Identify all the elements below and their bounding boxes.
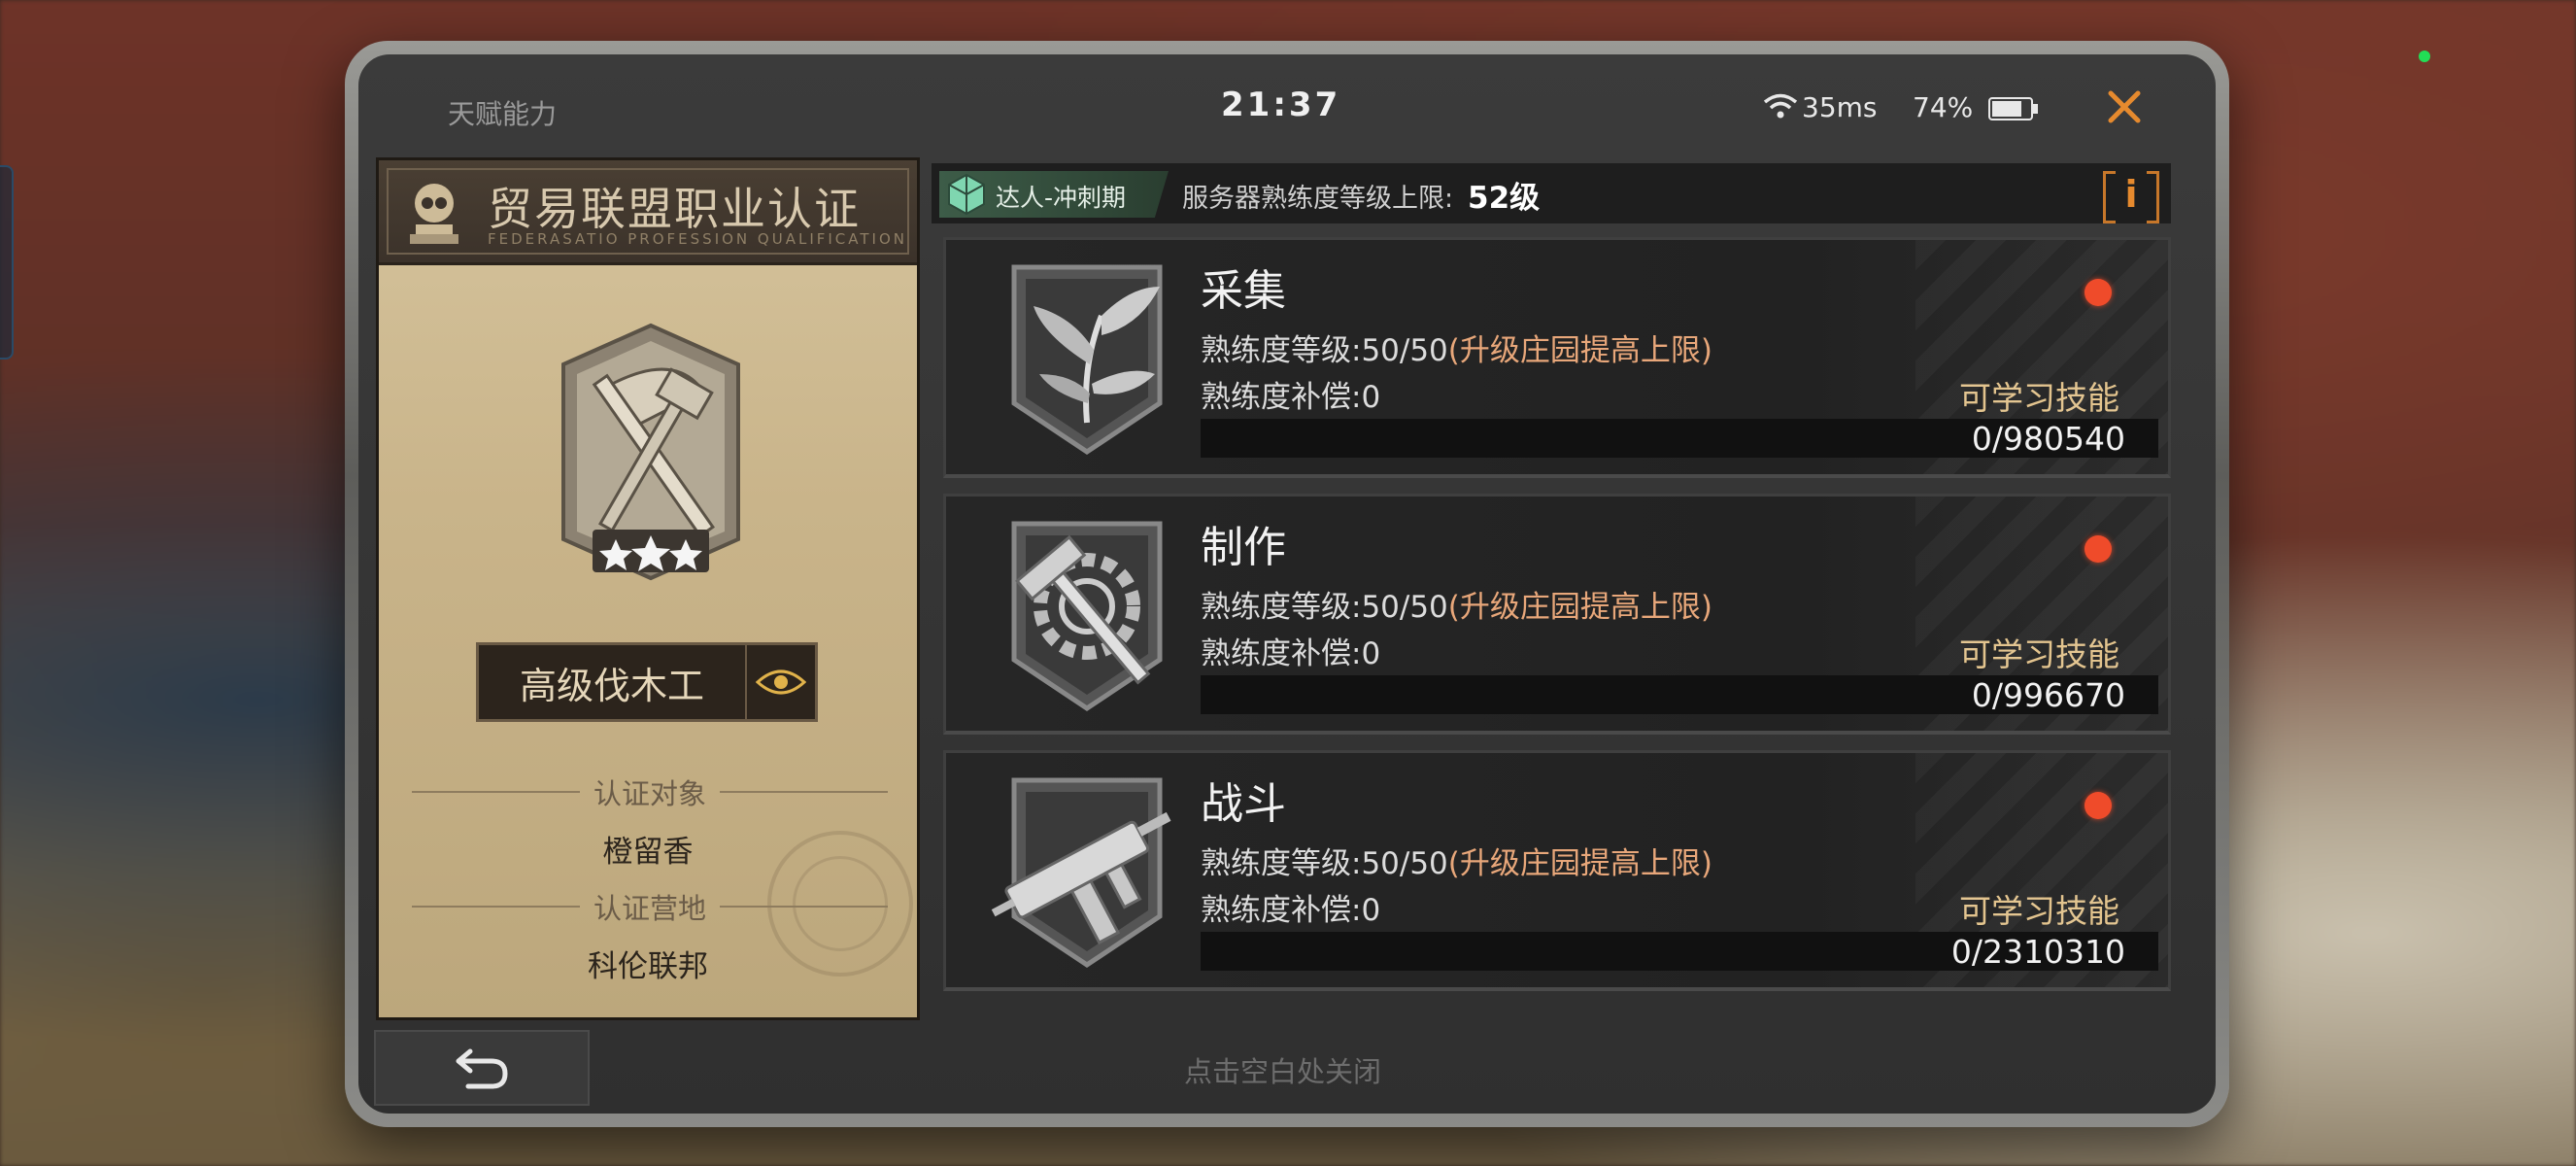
skill-level-hint: (升级庄园提高上限) bbox=[1447, 846, 1712, 881]
back-button[interactable] bbox=[374, 1030, 590, 1106]
camp-label: 认证营地 bbox=[593, 892, 707, 925]
server-level-value: 52级 bbox=[1468, 181, 1541, 216]
status-bar: 天赋能力 21:37 35ms 74% bbox=[358, 54, 2216, 152]
skill-level: 熟练度等级:50/50(升级庄园提高上限) bbox=[1201, 582, 1712, 626]
skill-level-hint: (升级庄园提高上限) bbox=[1447, 590, 1712, 625]
edge-tab[interactable] bbox=[0, 165, 14, 360]
skill-level: 熟练度等级:50/50(升级庄园提高上限) bbox=[1201, 839, 1712, 882]
battery-percent: 74% bbox=[1913, 91, 1974, 123]
skill-compensation: 熟练度补偿:0 bbox=[1201, 893, 1381, 928]
mascot-emblem-icon bbox=[410, 184, 458, 244]
skill-card-combat[interactable]: 战斗 熟练度等级:50/50(升级庄园提高上限) 熟练度补偿:0 可学习技能 0… bbox=[943, 750, 2171, 991]
camp-value: 科伦联邦 bbox=[588, 949, 708, 984]
wifi-icon bbox=[1763, 93, 1798, 119]
clock: 21:37 bbox=[1221, 86, 1341, 124]
skill-name: 制作 bbox=[1201, 523, 1286, 572]
smg-icon bbox=[991, 777, 1171, 969]
skill-name: 战斗 bbox=[1201, 779, 1286, 829]
skill-card-crafting[interactable]: 制作 熟练度等级:50/50(升级庄园提高上限) 熟练度补偿:0 可学习技能 0… bbox=[943, 494, 2171, 735]
skill-progress-bar: 0/2310310 bbox=[1201, 932, 2158, 971]
battery-icon bbox=[1988, 97, 2038, 120]
device-frame: 天赋能力 21:37 35ms 74% 贸易联盟职业认证 FEDERASATIO… bbox=[345, 41, 2229, 1127]
talent-panel: 天赋能力 21:37 35ms 74% 贸易联盟职业认证 FEDERASATIO… bbox=[358, 54, 2216, 1114]
tier-label: 达人-冲刺期 bbox=[996, 184, 1127, 212]
subject-label-row: 认证对象 bbox=[412, 772, 889, 811]
info-button[interactable]: i bbox=[2103, 171, 2159, 223]
eye-icon bbox=[756, 669, 806, 695]
skill-level: 熟练度等级:50/50(升级庄园提高上限) bbox=[1201, 326, 1712, 369]
profession-name: 高级伐木工 bbox=[519, 664, 704, 707]
notification-dot bbox=[2085, 535, 2112, 563]
bottom-bar: 点击空白处关闭 bbox=[358, 1026, 2216, 1114]
skill-name: 采集 bbox=[1201, 266, 1286, 316]
certification-header: 贸易联盟职业认证 FEDERASATIO PROFESSION QUALIFIC… bbox=[379, 160, 917, 265]
skill-card-gathering[interactable]: 采集 熟练度等级:50/50(升级庄园提高上限) 熟练度补偿:0 可学习技能 0… bbox=[943, 237, 2171, 478]
tier-bar: 达人-冲刺期 服务器熟练度等级上限: 52级 i bbox=[932, 163, 2171, 223]
learnable-skills-link[interactable]: 可学习技能 bbox=[1959, 629, 2119, 675]
skill-compensation: 熟练度补偿:0 bbox=[1201, 380, 1381, 415]
gear-hammer-icon bbox=[1011, 521, 1163, 712]
certification-subtitle: FEDERASATIO PROFESSION QUALIFICATION bbox=[488, 230, 907, 248]
certification-title: 贸易联盟职业认证 bbox=[488, 183, 861, 235]
learnable-skills-link[interactable]: 可学习技能 bbox=[1959, 885, 2119, 932]
close-button[interactable] bbox=[2097, 80, 2152, 134]
skill-progress-bar: 0/996670 bbox=[1201, 675, 2158, 714]
camp-label-row: 认证营地 bbox=[412, 887, 889, 926]
skill-progress-bar: 0/980540 bbox=[1201, 419, 2158, 458]
leaves-icon bbox=[1011, 264, 1163, 456]
gem-icon bbox=[948, 173, 985, 216]
skill-level-text: 熟练度等级:50/50 bbox=[1201, 846, 1448, 881]
info-icon: i bbox=[2124, 173, 2138, 216]
server-level-label: 服务器熟练度等级上限: bbox=[1182, 177, 1453, 215]
view-profession-button[interactable] bbox=[745, 645, 815, 719]
status-indicator-dot bbox=[2419, 51, 2430, 62]
skill-progress-text: 0/996670 bbox=[1971, 676, 2125, 714]
skill-progress-text: 0/2310310 bbox=[1950, 933, 2125, 971]
skill-level-text: 熟练度等级:50/50 bbox=[1201, 333, 1448, 368]
subject-value: 橙留香 bbox=[602, 835, 694, 870]
certification-card: 贸易联盟职业认证 FEDERASATIO PROFESSION QUALIFIC… bbox=[376, 157, 920, 1020]
notification-dot bbox=[2085, 792, 2112, 819]
skill-level-hint: (升级庄园提高上限) bbox=[1447, 333, 1712, 368]
server-level-caption: 服务器熟练度等级上限: bbox=[1182, 184, 1454, 214]
tap-to-close-hint[interactable]: 点击空白处关闭 bbox=[1184, 1049, 1381, 1090]
notification-dot bbox=[2085, 279, 2112, 306]
subject-label: 认证对象 bbox=[593, 777, 707, 810]
skill-level-text: 熟练度等级:50/50 bbox=[1201, 590, 1448, 625]
lumberjack-badge-icon bbox=[561, 323, 740, 581]
skill-progress-text: 0/980540 bbox=[1971, 420, 2125, 458]
learnable-skills-link[interactable]: 可学习技能 bbox=[1959, 372, 2119, 419]
ping-readout: 35ms bbox=[1802, 91, 1878, 123]
close-icon bbox=[2108, 90, 2141, 123]
back-arrow-icon bbox=[456, 1048, 508, 1089]
panel-title: 天赋能力 bbox=[448, 98, 558, 130]
tier-chip: 达人-冲刺期 bbox=[939, 171, 1169, 218]
skill-compensation: 熟练度补偿:0 bbox=[1201, 636, 1381, 671]
profession-name-box: 高级伐木工 bbox=[476, 642, 818, 722]
